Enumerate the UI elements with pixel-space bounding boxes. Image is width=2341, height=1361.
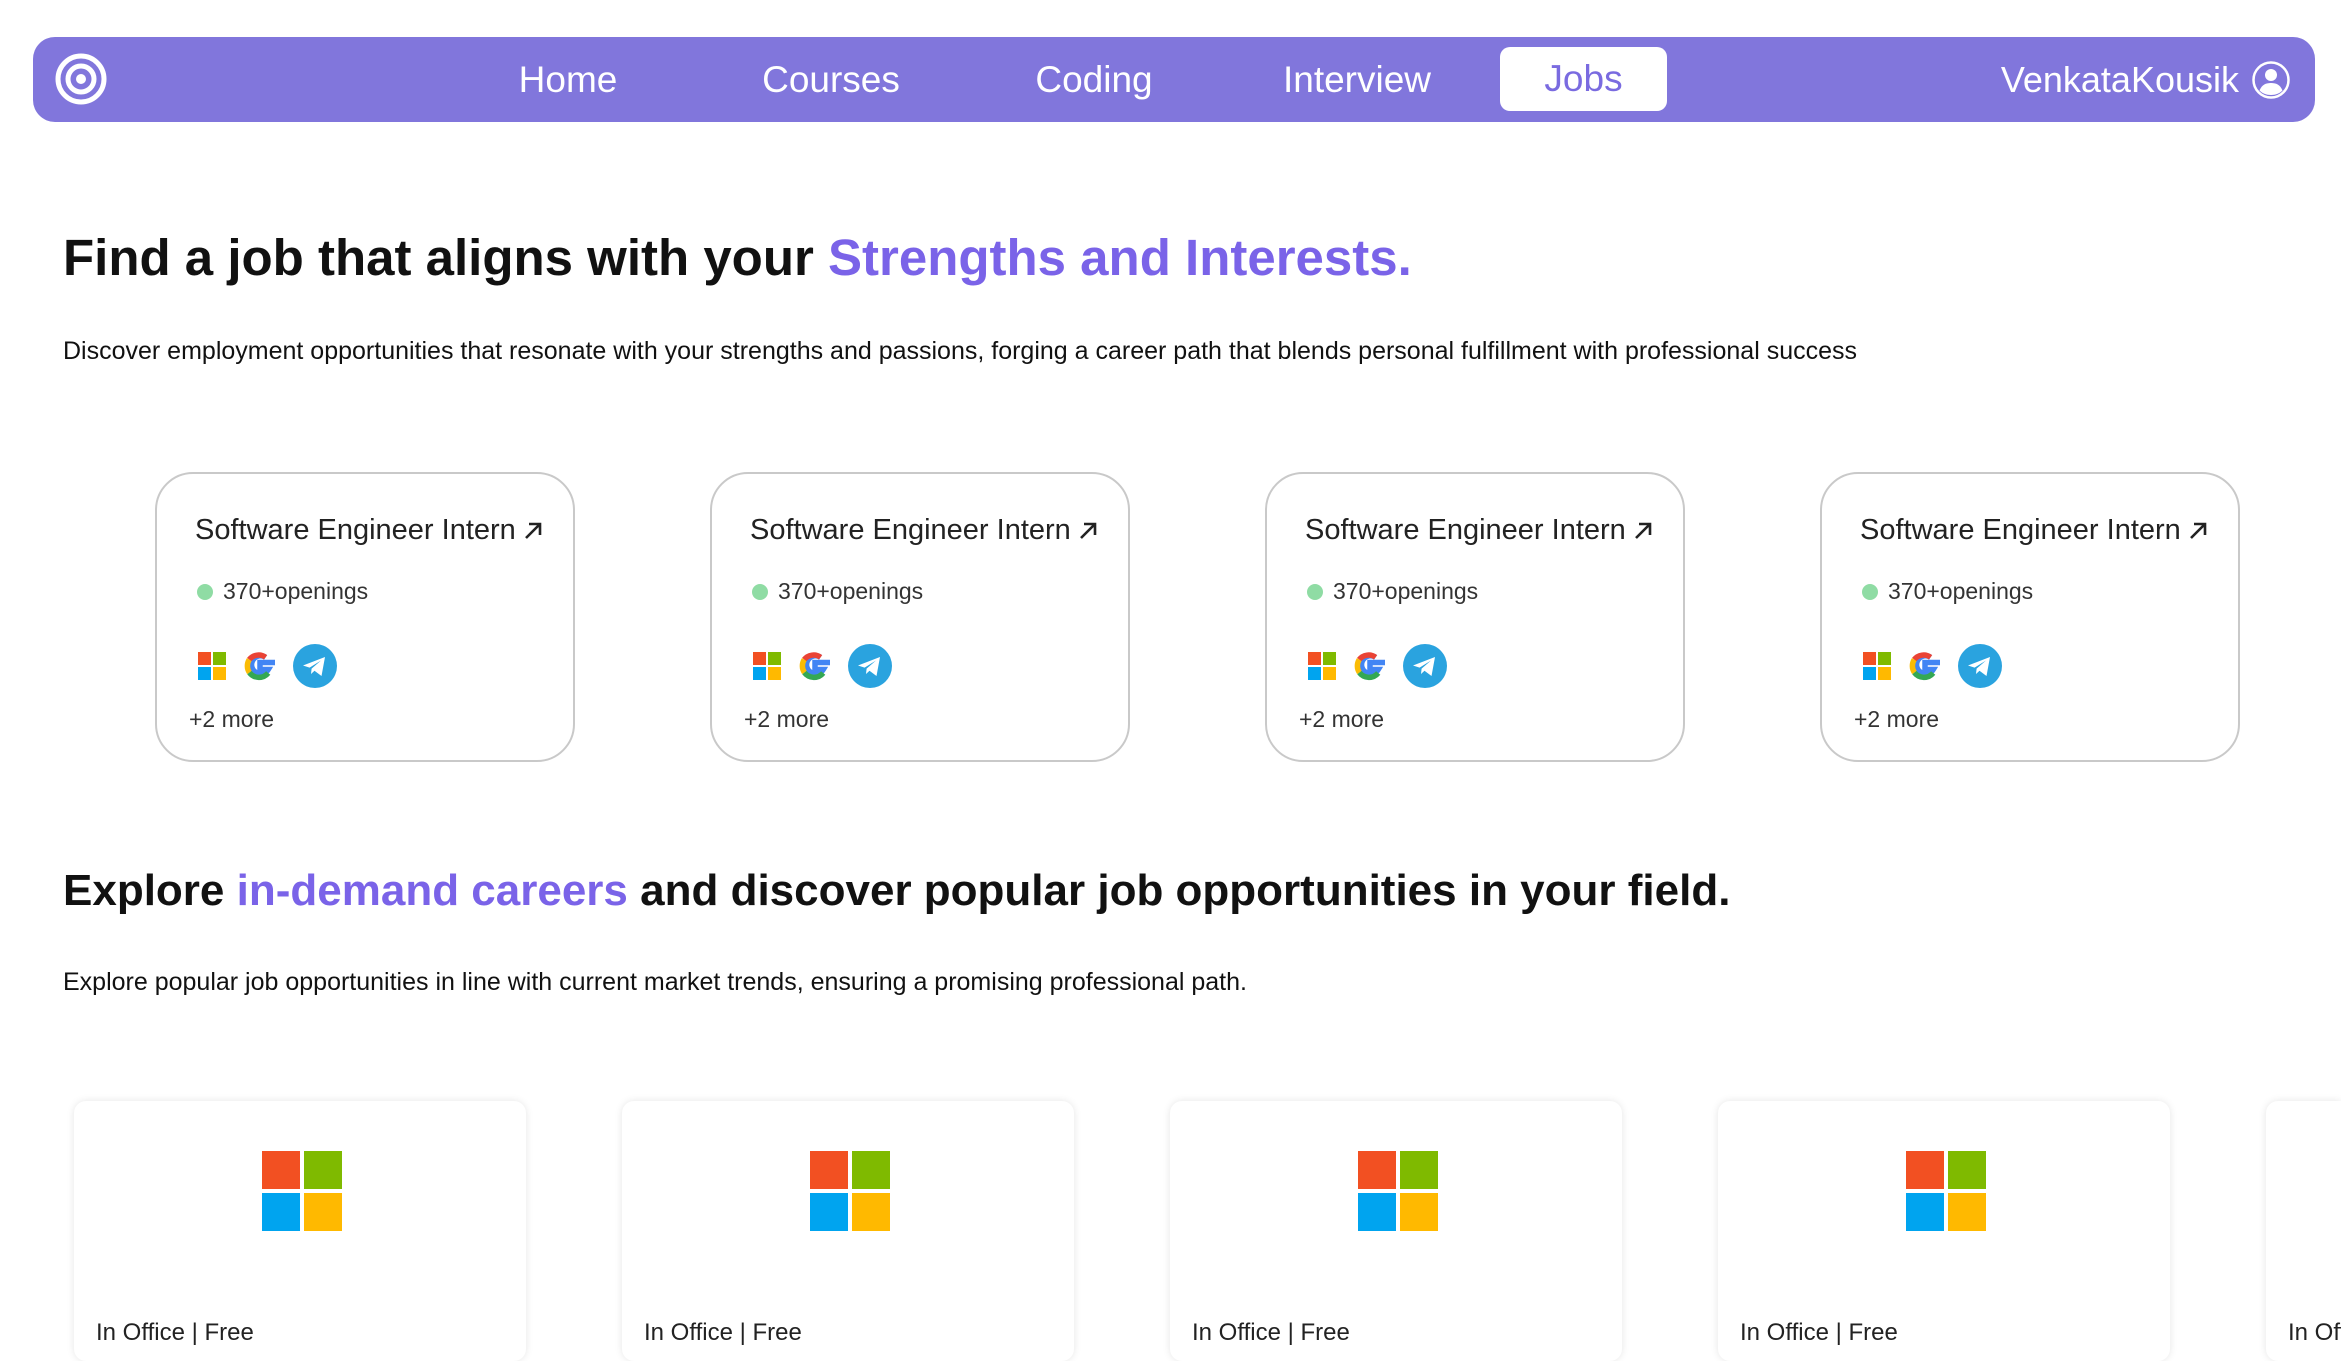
section-title-prefix: Explore [63, 866, 237, 915]
career-card[interactable]: In Office | Free [622, 1101, 1074, 1361]
external-arrow-icon[interactable] [1077, 520, 1099, 542]
page-title-prefix: Find a job that aligns with your [63, 229, 828, 286]
job-openings: 370+openings [778, 578, 924, 604]
windows-logo-icon [1358, 1151, 1438, 1231]
windows-logo-icon [1308, 652, 1336, 680]
page-title-accent: Strengths and Interests. [828, 229, 1412, 286]
section-title: Explore in-demand careers and discover p… [63, 866, 1730, 916]
job-card[interactable]: Software Engineer Intern 370+openings +2… [155, 472, 575, 762]
nav-jobs[interactable]: Jobs [1500, 47, 1667, 111]
career-card[interactable]: In Office | Free [1718, 1101, 2170, 1361]
external-arrow-icon[interactable] [522, 520, 544, 542]
user-avatar-icon [2252, 60, 2290, 99]
job-title: Software Engineer Intern [1305, 514, 1626, 546]
user-menu[interactable]: VenkataKousik [2001, 37, 2291, 122]
career-meta: In Office | Free [644, 1319, 802, 1346]
windows-logo-icon [753, 652, 781, 680]
job-title: Software Engineer Intern [750, 514, 1071, 546]
job-card[interactable]: Software Engineer Intern 370+openings +2… [710, 472, 1130, 762]
job-title: Software Engineer Intern [1860, 514, 2181, 546]
status-dot-icon [1862, 583, 1878, 600]
user-name: VenkataKousik [2000, 58, 2239, 100]
more-companies: +2 more [1854, 706, 1940, 732]
job-openings: 370+openings [1888, 578, 2034, 604]
career-meta: In Office | Free [1192, 1319, 1350, 1346]
section-title-accent: in-demand careers [236, 866, 628, 915]
nav-interview[interactable]: Interview [1252, 37, 1462, 122]
career-card[interactable]: In Office | Free [2266, 1101, 2341, 1361]
page-title: Find a job that aligns with your Strengt… [63, 228, 1412, 287]
more-companies: +2 more [189, 706, 275, 732]
section-subtitle: Explore popular job opportunities in lin… [63, 968, 1247, 996]
google-logo-icon [799, 652, 830, 681]
more-companies: +2 more [1299, 706, 1385, 732]
windows-logo-icon [1906, 1151, 1986, 1231]
job-openings: 370+openings [223, 578, 369, 604]
google-logo-icon [1354, 652, 1385, 681]
windows-logo-icon [262, 1151, 342, 1231]
telegram-logo-icon [1958, 644, 2002, 688]
section-title-suffix: and discover popular job opportunities i… [627, 866, 1731, 915]
nav-home[interactable]: Home [463, 37, 673, 122]
external-arrow-icon[interactable] [2187, 520, 2209, 542]
job-card[interactable]: Software Engineer Intern 370+openings +2… [1265, 472, 1685, 762]
telegram-logo-icon [848, 644, 892, 688]
nav-coding[interactable]: Coding [989, 37, 1199, 122]
job-title: Software Engineer Intern [195, 514, 516, 546]
google-logo-icon [244, 652, 275, 681]
windows-logo-icon [198, 652, 226, 680]
windows-logo-icon [810, 1151, 890, 1231]
google-logo-icon [1909, 652, 1940, 681]
windows-logo-icon [1863, 652, 1891, 680]
page-subtitle: Discover employment opportunities that r… [63, 337, 1858, 365]
status-dot-icon [197, 583, 213, 600]
more-companies: +2 more [744, 706, 830, 732]
status-dot-icon [752, 583, 768, 600]
job-card[interactable]: Software Engineer Intern 370+openings +2… [1820, 472, 2240, 762]
career-card[interactable]: In Office | Free [1170, 1101, 1622, 1361]
top-navbar: Home Courses Coding Interview Jobs Venka… [33, 37, 2315, 122]
target-logo-icon[interactable] [55, 53, 107, 105]
career-card[interactable]: In Office | Free [74, 1101, 526, 1361]
telegram-logo-icon [1403, 644, 1447, 688]
career-meta: In Office | Free [1740, 1319, 1898, 1346]
external-arrow-icon[interactable] [1632, 520, 1654, 542]
career-meta: In Office | Free [96, 1319, 254, 1346]
job-openings: 370+openings [1333, 578, 1479, 604]
telegram-logo-icon [293, 644, 337, 688]
career-meta: In Office | Free [2288, 1319, 2341, 1346]
nav-courses[interactable]: Courses [726, 37, 936, 122]
status-dot-icon [1307, 583, 1323, 600]
